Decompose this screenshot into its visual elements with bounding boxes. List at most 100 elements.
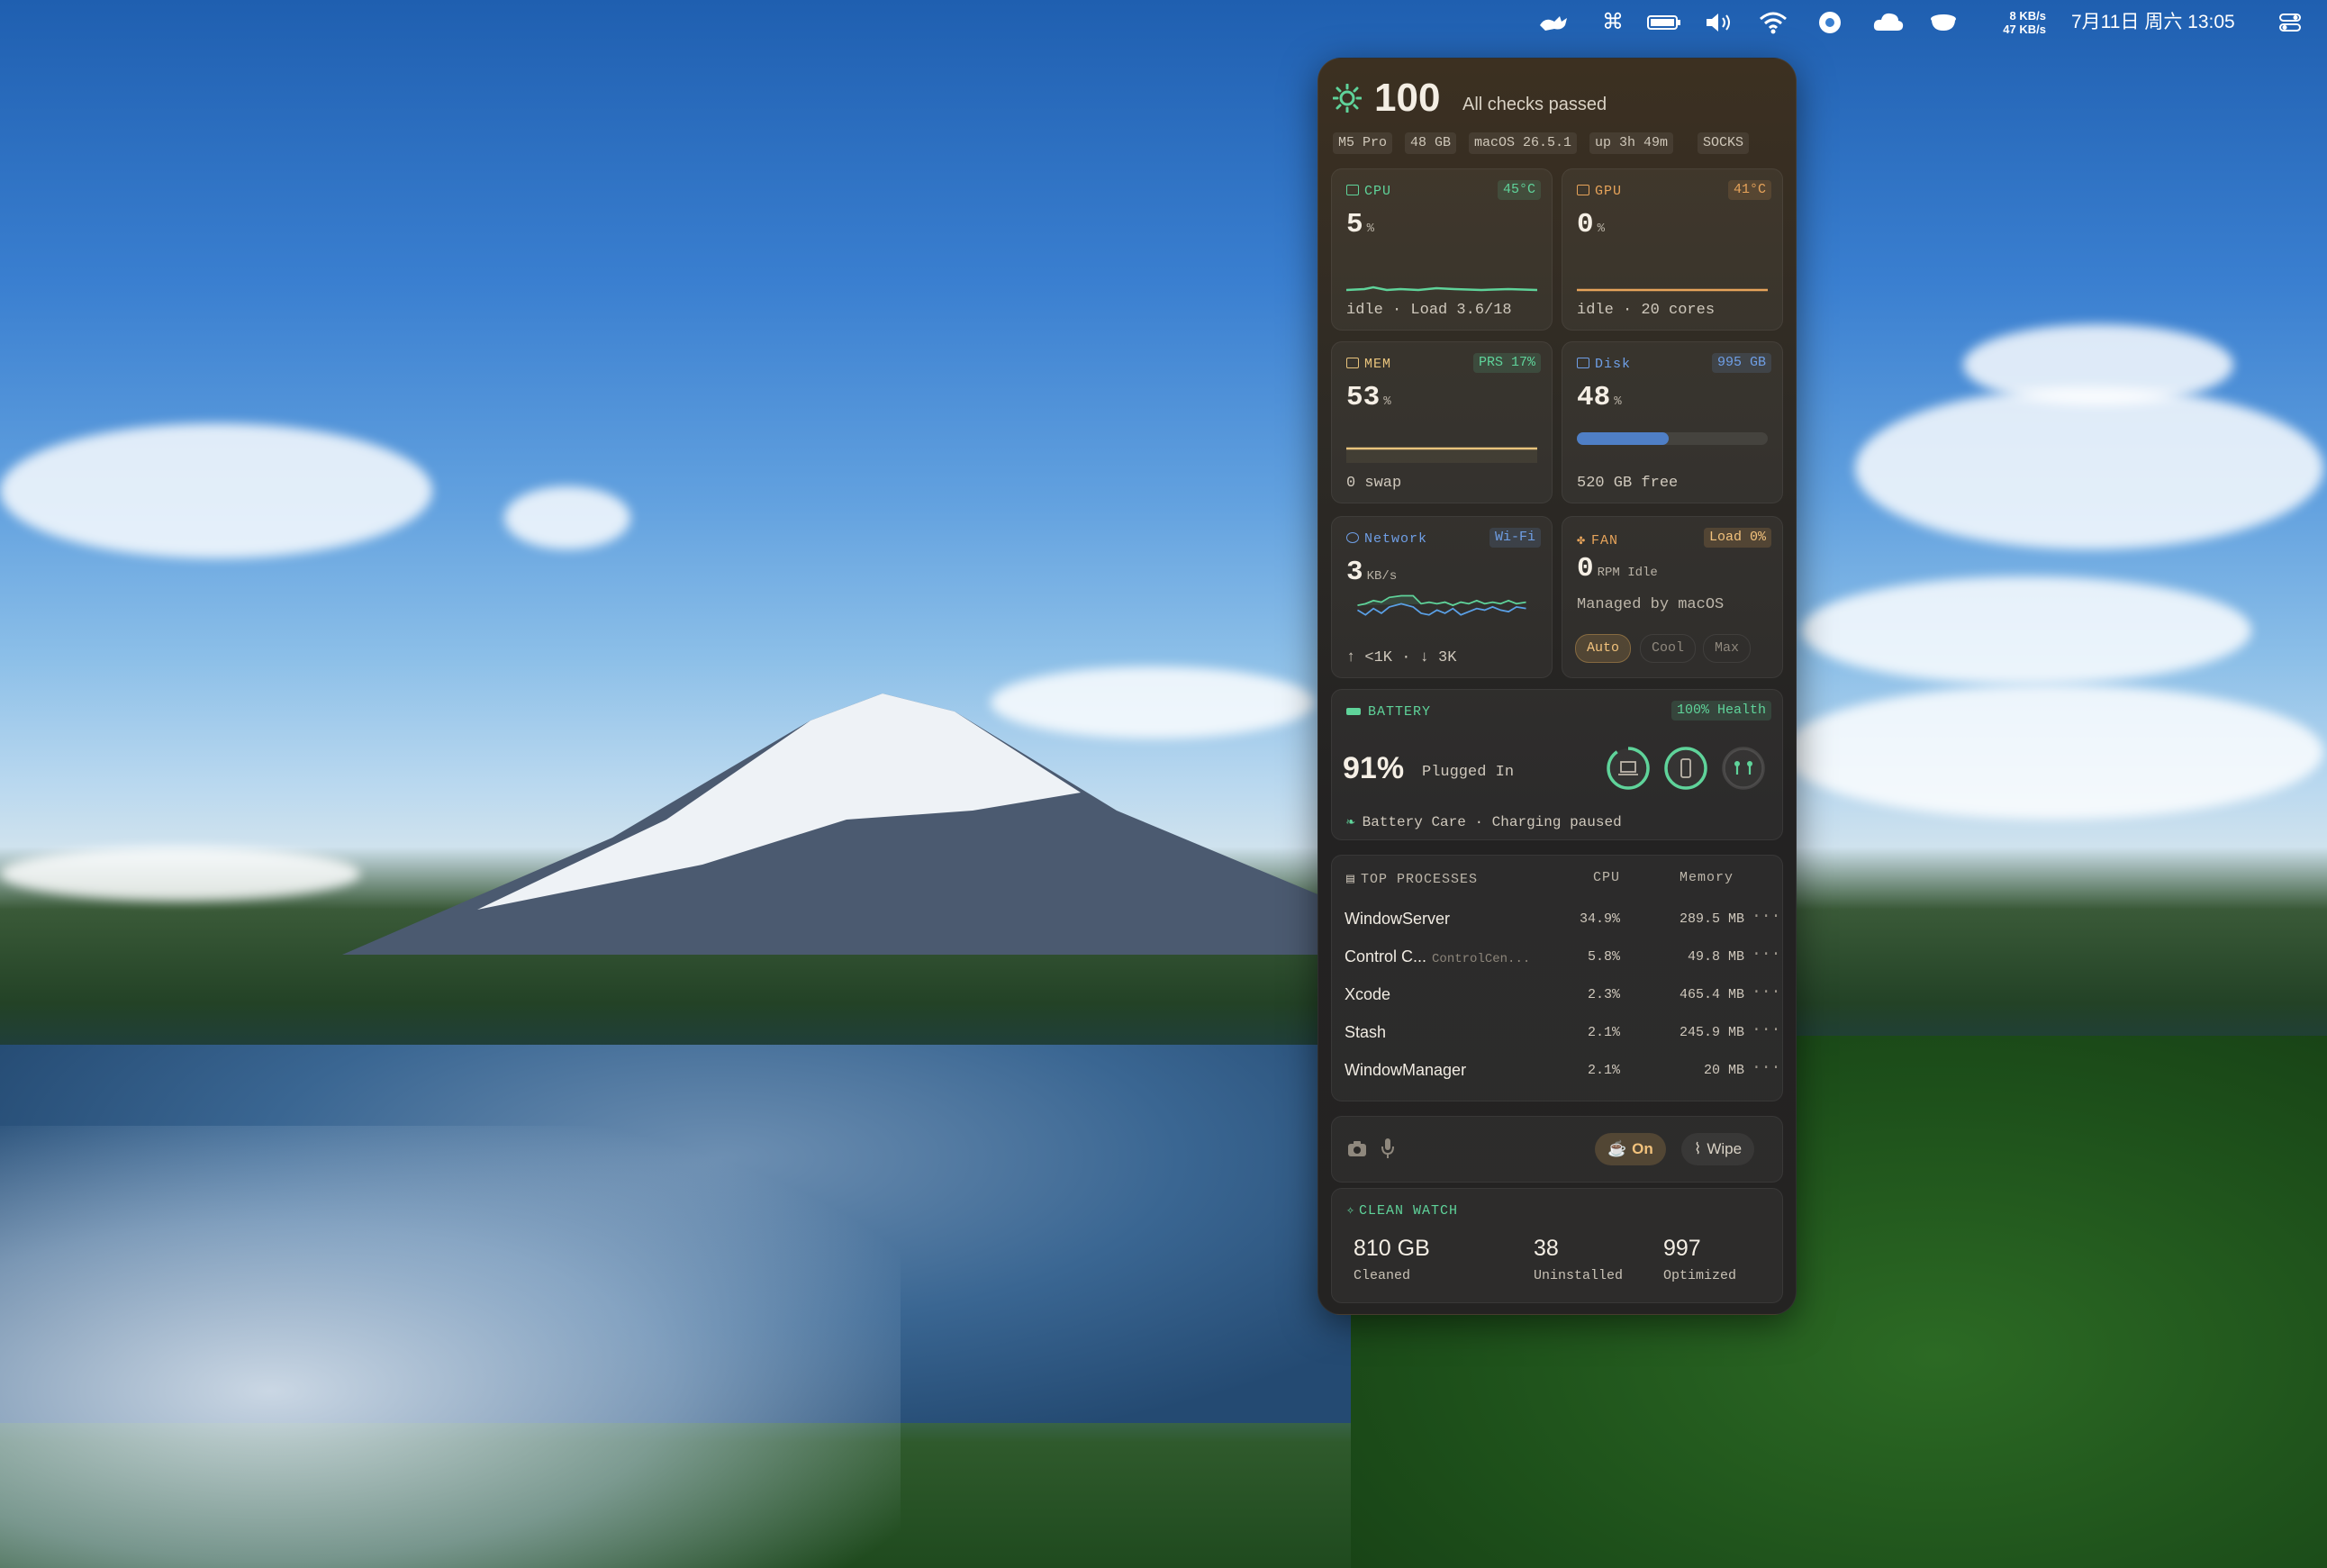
process-row[interactable]: Stash 2.1% 245.9 MB ··· <box>1332 1016 1782 1052</box>
process-name: Control C... ControlCen... <box>1345 947 1531 966</box>
battery-icon[interactable] <box>1646 9 1682 36</box>
disk-footer: 520 GB free <box>1577 475 1679 492</box>
more-icon[interactable]: ··· <box>1752 1021 1780 1039</box>
wifi-icon[interactable] <box>1758 9 1788 36</box>
battery-title: BATTERY <box>1346 704 1431 720</box>
cpu-temp-badge: 45°C <box>1497 180 1541 200</box>
network-footer: ↑ <1K · ↓ 3K <box>1346 649 1457 666</box>
fan-icon: ✤ <box>1577 533 1587 548</box>
disk-capacity-badge: 995 GB <box>1711 353 1771 373</box>
chip-chip: M5 Pro <box>1333 132 1393 154</box>
phone-icon[interactable] <box>1663 746 1708 791</box>
mem-card[interactable]: MEM PRS 17% 53% 0 swap <box>1331 341 1553 503</box>
battery-card[interactable]: BATTERY 100% Health 91% Plugged In ❧ Batt… <box>1331 689 1783 840</box>
gpu-sparkline <box>1577 288 1768 292</box>
network-card[interactable]: Network Wi-Fi 3 KB/s ↑ <1K · ↓ 3K <box>1331 516 1553 678</box>
privacy-on-button[interactable]: ☕ On <box>1595 1133 1666 1165</box>
process-cpu: 2.1% <box>1587 1025 1620 1040</box>
battery-small-icon <box>1346 708 1361 715</box>
network-type-badge: Wi-Fi <box>1489 528 1541 548</box>
process-name: WindowManager <box>1345 1061 1467 1079</box>
mem-title: MEM <box>1346 357 1391 372</box>
fan-title: ✤ FAN <box>1577 533 1619 548</box>
process-row[interactable]: WindowManager 2.1% 20 MB ··· <box>1332 1054 1782 1090</box>
clean-watch-title: ✧ CLEAN WATCH <box>1346 1203 1459 1219</box>
fan-managed-label: Managed by macOS <box>1577 596 1725 613</box>
fan-mode-auto[interactable]: Auto <box>1575 634 1632 663</box>
globe-icon <box>1346 532 1359 543</box>
health-status: All checks passed <box>1462 95 1607 114</box>
cloud-icon[interactable] <box>1871 9 1906 36</box>
process-row[interactable]: WindowServer 34.9% 289.5 MB ··· <box>1332 902 1782 938</box>
process-row[interactable]: Xcode 2.3% 465.4 MB ··· <box>1332 978 1782 1014</box>
mist <box>0 1126 901 1568</box>
processes-col-memory: Memory <box>1680 870 1734 885</box>
mem-pressure-badge: PRS 17% <box>1472 353 1541 373</box>
cleaned-value: 810 GB <box>1354 1236 1430 1261</box>
sparkle-icon: ✧ <box>1346 1203 1356 1219</box>
battery-health-badge: 100% Health <box>1671 701 1771 721</box>
process-memory: 245.9 MB <box>1679 1025 1744 1040</box>
process-name: Stash <box>1345 1023 1387 1041</box>
uninstalled-label: Uninstalled <box>1534 1268 1624 1283</box>
mem-sparkline <box>1346 447 1537 463</box>
more-icon[interactable]: ··· <box>1752 946 1780 964</box>
command-icon[interactable]: ⌘ <box>1599 9 1626 36</box>
network-title: Network <box>1346 531 1427 547</box>
battery-percent: 91% <box>1343 751 1405 785</box>
process-name: Xcode <box>1345 985 1391 1003</box>
gpu-footer: idle · 20 cores <box>1577 302 1716 319</box>
cpu-sparkline <box>1346 286 1537 292</box>
net-down-label: 47 KB/s <box>2003 23 2046 36</box>
net-up-label: 8 KB/s <box>2009 9 2046 23</box>
uninstalled-value: 38 <box>1534 1236 1559 1261</box>
more-icon[interactable]: ··· <box>1752 1059 1780 1077</box>
desktop-wallpaper <box>0 0 2327 1568</box>
microphone-icon[interactable] <box>1381 1137 1395 1160</box>
chip-memory: 48 GB <box>1405 132 1457 154</box>
control-center-icon[interactable] <box>2277 9 2304 36</box>
optimized-label: Optimized <box>1663 1268 1737 1283</box>
broom-icon: ⌇ <box>1694 1140 1702 1157</box>
volume-icon[interactable] <box>1704 9 1736 36</box>
list-icon: ▤ <box>1346 872 1356 887</box>
laptop-icon[interactable] <box>1606 746 1651 791</box>
cup-icon[interactable] <box>1927 9 1960 36</box>
fan-load-badge: Load 0% <box>1703 528 1771 548</box>
clean-watch-card[interactable]: ✧ CLEAN WATCH 810 GB Cleaned 38 Uninstall… <box>1331 1188 1783 1303</box>
process-cpu: 34.9% <box>1579 911 1620 927</box>
mem-footer: 0 swap <box>1346 475 1402 492</box>
disk-card[interactable]: Disk 995 GB 48% 520 GB free <box>1562 341 1783 503</box>
fan-value: 0 RPM Idle <box>1577 553 1658 585</box>
steering-icon[interactable] <box>1815 9 1844 36</box>
gpu-card[interactable]: GPU 41°C 0% idle · 20 cores <box>1562 168 1783 331</box>
process-cpu: 2.1% <box>1587 1063 1620 1078</box>
network-value: 3 KB/s <box>1346 557 1398 588</box>
cleaned-label: Cleaned <box>1354 1268 1411 1283</box>
more-icon[interactable]: ··· <box>1752 908 1780 926</box>
camera-icon[interactable] <box>1346 1138 1368 1158</box>
privacy-bar: ☕ On ⌇ Wipe <box>1331 1116 1783 1183</box>
net-speed-readout[interactable]: 8 KB/s 47 KB/s <box>1997 9 2046 36</box>
process-memory: 20 MB <box>1703 1063 1744 1078</box>
gpu-icon <box>1577 185 1589 195</box>
cat-icon[interactable] <box>1536 9 1572 36</box>
menu-clock[interactable]: 7月11日 周六 13:05 <box>2071 9 2235 36</box>
process-row[interactable]: Control C... ControlCen... 5.8% 49.8 MB ·… <box>1332 940 1782 976</box>
system-monitor-panel: 100 All checks passed M5 Pro 48 GB macOS… <box>1317 58 1797 1315</box>
wipe-button[interactable]: ⌇ Wipe <box>1681 1133 1755 1165</box>
cup-small-icon: ☕ <box>1607 1140 1627 1157</box>
chip-uptime: up 3h 49m <box>1589 132 1674 154</box>
processes-card: ▤ TOP PROCESSES CPU Memory WindowServer 3… <box>1331 855 1783 1101</box>
network-sparkline <box>1357 594 1526 616</box>
fan-mode-max[interactable]: Max <box>1703 634 1752 663</box>
process-name: WindowServer <box>1345 910 1451 928</box>
disk-usage-bar <box>1577 432 1768 445</box>
airpods-icon[interactable] <box>1721 746 1766 791</box>
more-icon[interactable]: ··· <box>1752 983 1780 1002</box>
process-memory: 289.5 MB <box>1679 911 1744 927</box>
gpu-temp-badge: 41°C <box>1727 180 1771 200</box>
menu-bar: ⌘ 8 KB/s 47 KB/s 7月11日 周六 13:05 <box>0 0 2327 45</box>
cpu-card[interactable]: CPU 45°C 5% idle · Load 3.6/18 <box>1331 168 1553 331</box>
fan-mode-cool[interactable]: Cool <box>1640 634 1697 663</box>
